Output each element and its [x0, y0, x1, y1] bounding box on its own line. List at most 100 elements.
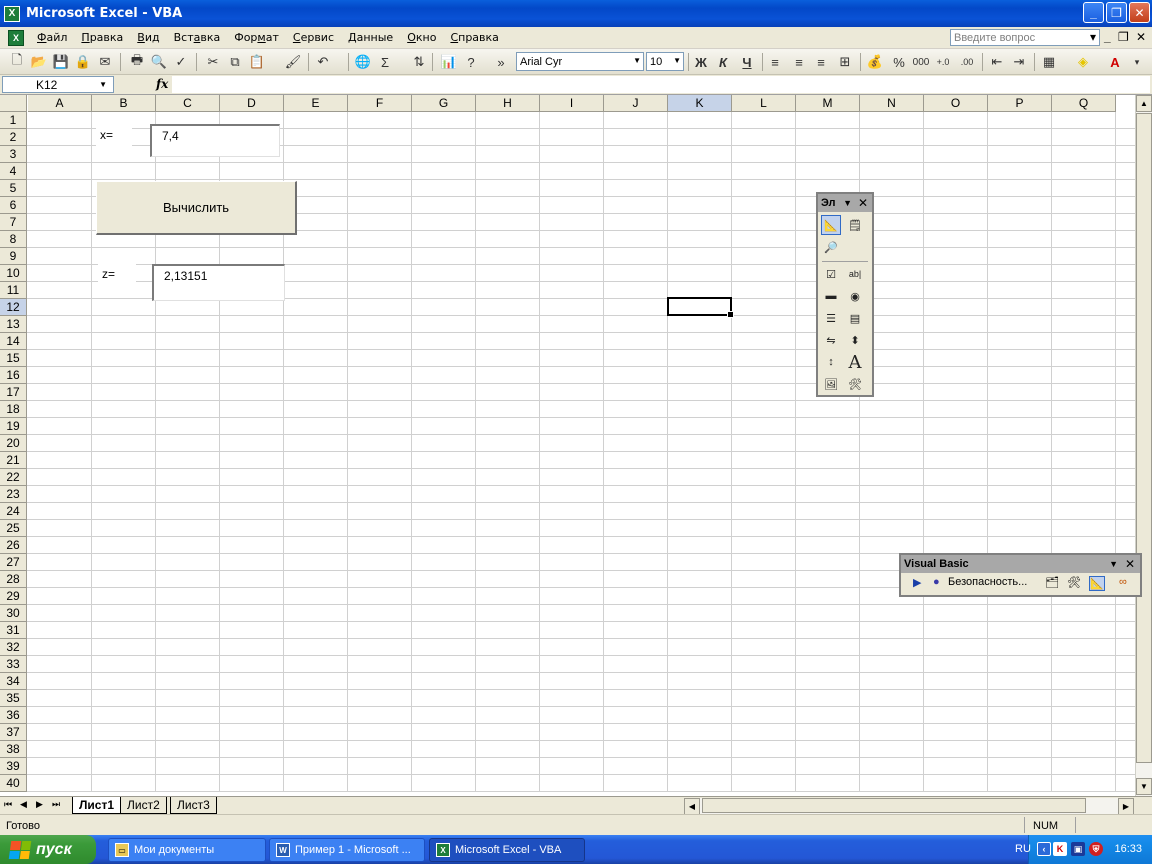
design-mode-icon[interactable]: 📐 [821, 215, 841, 235]
script-editor-icon[interactable]: ∞ [1119, 576, 1127, 588]
run-macro-icon[interactable]: ▶ [913, 576, 921, 589]
scroll-down-icon[interactable]: ▼ [1136, 778, 1152, 795]
autosum-icon[interactable]: Σ [376, 53, 394, 71]
column-header-e[interactable]: E [284, 95, 348, 112]
chart-wizard-icon[interactable]: 📊 [440, 53, 458, 71]
controls-toolbox-caption[interactable]: Эл ▼ ✕ [818, 194, 872, 212]
listbox-tool-icon[interactable]: ☰ [821, 308, 841, 328]
column-header-i[interactable]: I [540, 95, 604, 112]
properties-icon[interactable]: 🗒 [845, 215, 865, 235]
row-header-3[interactable]: 3 [0, 146, 27, 163]
row-header-30[interactable]: 30 [0, 605, 27, 622]
row-header-6[interactable]: 6 [0, 197, 27, 214]
security-button[interactable]: Безопасность... [948, 576, 1027, 588]
new-document-icon[interactable]: 🗋 [8, 52, 26, 71]
question-dropdown-icon[interactable]: ▾ [1090, 30, 1096, 44]
row-header-31[interactable]: 31 [0, 622, 27, 639]
doc-restore-button[interactable]: ❐ [1118, 30, 1129, 44]
image-tool-icon[interactable]: 🖼 [821, 374, 841, 394]
row-header-25[interactable]: 25 [0, 520, 27, 537]
column-header-m[interactable]: M [796, 95, 860, 112]
network-icon[interactable]: ▣ [1071, 842, 1085, 856]
spin-button-tool-icon[interactable]: ⬍ [845, 330, 865, 350]
horizontal-scroll-thumb[interactable] [702, 798, 1086, 813]
decrease-indent-icon[interactable]: ⇤ [988, 53, 1006, 71]
row-header-16[interactable]: 16 [0, 367, 27, 384]
column-header-h[interactable]: H [476, 95, 540, 112]
prev-sheet-icon[interactable]: ◀ [20, 799, 27, 810]
controls-toolbox-icon[interactable]: 🛠 [1067, 576, 1081, 589]
row-header-34[interactable]: 34 [0, 673, 27, 690]
row-header-38[interactable]: 38 [0, 741, 27, 758]
save-icon[interactable]: 💾 [52, 53, 70, 71]
underline-button[interactable]: Ч [738, 53, 756, 71]
sheet-tab-3[interactable]: Лист3 [170, 797, 217, 814]
font-name-select[interactable]: Arial Cyr ▼ [516, 52, 644, 71]
name-box[interactable]: K12 ▼ [2, 76, 114, 93]
row-header-15[interactable]: 15 [0, 350, 27, 367]
open-folder-icon[interactable]: 📂 [30, 53, 48, 71]
taskbar-item-word-document[interactable]: W Пример 1 - Microsoft ... [269, 838, 425, 862]
increase-indent-icon[interactable]: ⇥ [1010, 53, 1028, 71]
row-header-12[interactable]: 12 [0, 299, 27, 316]
start-button[interactable]: пуск [0, 835, 96, 864]
row-header-8[interactable]: 8 [0, 231, 27, 248]
permission-icon[interactable]: 🔒 [74, 53, 92, 71]
row-header-32[interactable]: 32 [0, 639, 27, 656]
print-icon[interactable]: 🖶 [128, 52, 146, 71]
help-icon[interactable]: ? [462, 53, 480, 71]
workbook-icon[interactable]: X [8, 29, 24, 46]
chevron-down-icon[interactable]: ▼ [99, 80, 107, 89]
chevron-left-icon[interactable]: ‹ [1037, 842, 1051, 856]
column-header-d[interactable]: D [220, 95, 284, 112]
z-output[interactable]: 2,13151 [152, 264, 285, 301]
calculate-button[interactable]: Вычислить [96, 181, 297, 235]
menu-item-5[interactable]: Сервис [286, 31, 341, 44]
scroll-right-icon[interactable]: ▶ [1118, 798, 1134, 815]
close-icon[interactable]: ✕ [1125, 557, 1135, 571]
first-sheet-icon[interactable]: ⏮ [4, 799, 12, 810]
design-mode-icon[interactable]: 📐 [1089, 576, 1105, 591]
column-header-n[interactable]: N [860, 95, 924, 112]
column-header-b[interactable]: B [92, 95, 156, 112]
thousands-separator-button[interactable]: 000 [912, 53, 930, 71]
column-header-k[interactable]: K [668, 95, 732, 112]
row-header-29[interactable]: 29 [0, 588, 27, 605]
align-left-icon[interactable]: ≡ [766, 53, 784, 71]
row-header-36[interactable]: 36 [0, 707, 27, 724]
row-header-10[interactable]: 10 [0, 265, 27, 282]
toolbar-more-icon[interactable]: ▾ [1128, 53, 1146, 71]
menu-item-8[interactable]: Справка [443, 31, 505, 44]
selected-cell[interactable] [667, 297, 734, 318]
column-header-q[interactable]: Q [1052, 95, 1116, 112]
record-macro-icon[interactable]: ● [933, 576, 940, 588]
taskbar-item-excel[interactable]: X Microsoft Excel - VBA [429, 838, 585, 862]
menu-item-1[interactable]: Правка [74, 31, 130, 44]
menu-item-4[interactable]: Формат [227, 31, 286, 44]
row-header-2[interactable]: 2 [0, 129, 27, 146]
toolbar-options-icon[interactable]: » [492, 53, 510, 71]
column-header-c[interactable]: C [156, 95, 220, 112]
align-right-icon[interactable]: ≡ [812, 53, 830, 71]
cut-icon[interactable]: ✂ [204, 53, 222, 71]
percent-button[interactable]: % [890, 53, 908, 71]
menu-item-6[interactable]: Данные [341, 31, 400, 44]
worksheet-grid[interactable]: ABCDEFGHIJKLMNOPQ 1 2 3 4 5 6 7 8 9 10 11 12 13 14 15 1… [0, 95, 1152, 796]
scrollbar-tool-icon[interactable]: ↕ [821, 352, 841, 372]
spelling-icon[interactable]: ✓ [172, 53, 190, 71]
print-preview-icon[interactable]: 🔍 [150, 53, 168, 71]
toggle-button-tool-icon[interactable]: ⇋ [821, 330, 841, 350]
row-header-39[interactable]: 39 [0, 758, 27, 775]
undo-icon[interactable]: ↶ [314, 53, 332, 71]
row-header-17[interactable]: 17 [0, 384, 27, 401]
security-shield-icon[interactable]: ⛨ [1089, 842, 1103, 856]
row-header-35[interactable]: 35 [0, 690, 27, 707]
align-center-icon[interactable]: ≡ [790, 53, 808, 71]
checkbox-tool-icon[interactable]: ☑ [821, 264, 841, 284]
italic-button[interactable]: К [714, 53, 732, 71]
select-all-corner[interactable] [0, 95, 27, 112]
x-input[interactable]: 7,4 [150, 124, 280, 157]
vb-editor-icon[interactable]: 🗂 [1045, 576, 1059, 589]
chevron-down-icon[interactable]: ▼ [843, 198, 852, 208]
row-header-24[interactable]: 24 [0, 503, 27, 520]
